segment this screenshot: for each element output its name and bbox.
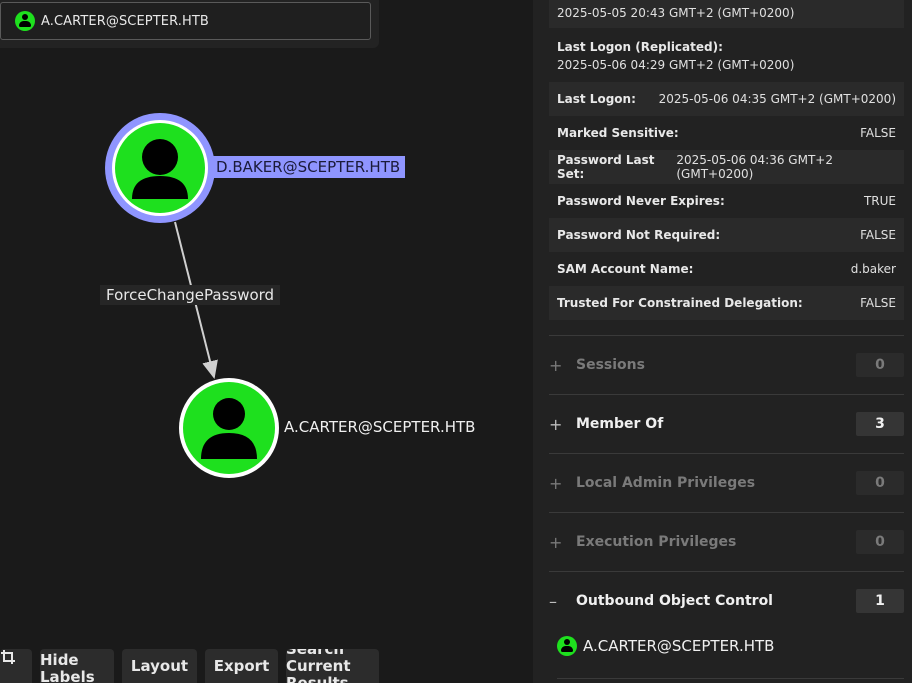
section-title: Member Of [576,416,664,432]
graph-svg [105,113,279,478]
section-count: 0 [856,530,904,554]
section-title: Sessions [576,357,645,373]
graph-canvas[interactable]: A.CARTER@SCEPTER.HTB D.BAKER@SCEPTER.HTB… [0,0,533,683]
section-title: Execution Privileges [576,534,737,550]
layout-button[interactable]: Layout [122,649,197,683]
section-outbound-object-control[interactable]: – Outbound Object Control 1 [549,571,904,630]
property-row-password-last-set: Password Last Set: 2025-05-06 04:36 GMT+… [549,150,904,184]
property-label: Password Never Expires: [557,194,725,208]
crop-icon [1,650,15,664]
property-label: Marked Sensitive: [557,126,679,140]
property-label: SAM Account Name: [557,262,694,276]
divider [557,678,904,679]
bloodhound-window: A.CARTER@SCEPTER.HTB D.BAKER@SCEPTER.HTB… [0,0,912,683]
outbound-object-item[interactable]: A.CARTER@SCEPTER.HTB [557,636,774,656]
section-count: 0 [856,353,904,377]
expand-icon: + [549,473,563,493]
hide-labels-button[interactable]: Hide Labels [40,649,114,683]
search-results-line3: Results [286,673,349,683]
property-row-marked-sensitive: Marked Sensitive: FALSE [549,116,904,150]
node-acarter[interactable] [179,378,279,478]
hide-labels-line1: Hide [40,650,79,669]
section-title: Outbound Object Control [576,593,773,609]
collapse-icon: – [549,591,557,611]
crop-button[interactable] [0,649,32,683]
property-label: Last Logon: [557,92,636,106]
property-value: 2025-05-05 20:43 GMT+2 (GMT+0200) [557,6,795,20]
node-label-acarter[interactable]: A.CARTER@SCEPTER.HTB [284,418,475,436]
property-value: d.baker [850,262,896,276]
property-row-sam-account-name: SAM Account Name: d.baker [549,252,904,286]
property-row-last-logon-replicated: Last Logon (Replicated): 2025-05-06 04:2… [549,34,904,78]
property-label: Password Not Required: [557,228,721,242]
property-row-last-logon: Last Logon: 2025-05-06 04:35 GMT+2 (GMT+… [549,82,904,116]
property-row-password-not-required: Password Not Required: FALSE [549,218,904,252]
property-label: Password Last Set: [557,153,655,181]
section-count: 0 [856,471,904,495]
entity-info-panel: 2025-05-05 20:43 GMT+2 (GMT+0200) Last L… [533,0,912,683]
outbound-object-label: A.CARTER@SCEPTER.HTB [583,637,775,655]
search-results-line2: Current [286,656,351,675]
section-member-of[interactable]: + Member Of 3 [549,394,904,453]
section-sessions[interactable]: + Sessions 0 [549,335,904,394]
export-button[interactable]: Export [205,649,278,683]
property-row-partial: 2025-05-05 20:43 GMT+2 (GMT+0200) [549,0,904,28]
property-row-password-never-expires: Password Never Expires: TRUE [549,184,904,218]
section-count: 1 [856,589,904,613]
property-value: FALSE [860,126,896,140]
hide-labels-line2: Labels [40,667,95,683]
expand-icon: + [549,414,563,434]
search-current-results-button[interactable]: Search Current Results [286,649,379,683]
property-value: FALSE [860,296,896,310]
section-execution-privileges[interactable]: + Execution Privileges 0 [549,512,904,571]
node-label-dbaker[interactable]: D.BAKER@SCEPTER.HTB [211,156,406,178]
property-label: Last Logon (Replicated): [557,40,723,54]
section-count: 3 [856,412,904,436]
expand-icon: + [549,532,563,552]
expand-icon: + [549,355,563,375]
node-dbaker[interactable] [105,113,215,223]
property-row-trusted-for-constrained-delegation: Trusted For Constrained Delegation: FALS… [549,286,904,320]
property-value: TRUE [863,194,896,208]
property-value: 2025-05-06 04:35 GMT+2 (GMT+0200) [658,92,896,106]
property-value: FALSE [860,228,896,242]
property-label: Trusted For Constrained Delegation: [557,296,803,310]
property-value: 2025-05-06 04:29 GMT+2 (GMT+0200) [557,58,795,72]
property-value: 2025-05-06 04:36 GMT+2 (GMT+0200) [676,153,833,181]
section-local-admin-privileges[interactable]: + Local Admin Privileges 0 [549,453,904,512]
edge-label[interactable]: ForceChangePassword [100,285,281,305]
section-title: Local Admin Privileges [576,475,756,491]
user-icon [557,636,577,656]
